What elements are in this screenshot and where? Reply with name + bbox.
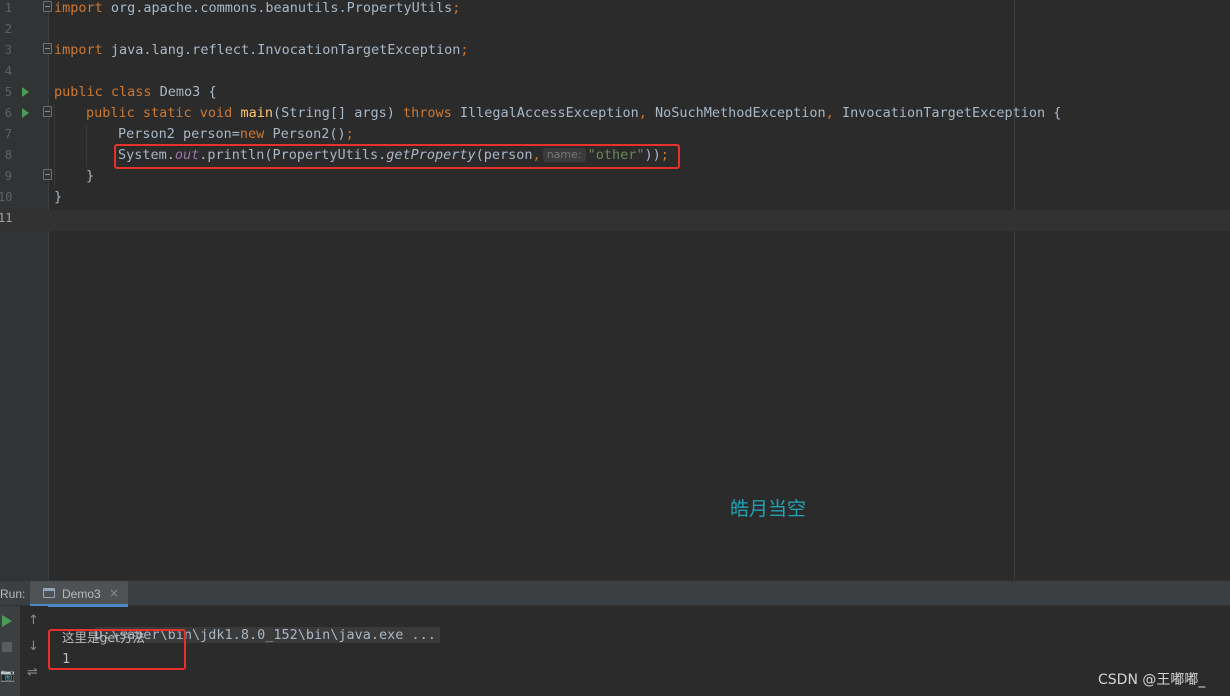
line-number: 4 [4,64,12,78]
run-gutter-icon[interactable] [22,108,29,118]
camera-icon[interactable]: 📷 [0,668,15,682]
code-token: } [86,168,95,184]
code-text[interactable]: public static void main(String[] args) t… [86,105,1061,126]
line-number: 6 [4,106,12,120]
code-token: java.lang.reflect.InvocationTargetExcept… [102,42,461,58]
code-token: , [825,105,842,121]
fold-icon[interactable] [43,169,52,180]
code-token: main [240,105,273,121]
fold-icon[interactable] [43,1,52,12]
code-token: Person2() [272,126,346,142]
code-token: throws [403,105,460,121]
stop-icon[interactable] [2,642,12,652]
line-number: 2 [4,22,12,36]
line-number: 1 [4,1,12,15]
run-tool-header: Run: Demo3 × [0,580,1230,607]
code-line[interactable]: 11 [0,210,1230,231]
code-token: InvocationTargetException { [841,105,1062,121]
highlight-box-output [48,629,186,670]
run-secondary-toolbar: ↑ ↓ ⇌ [20,606,48,696]
code-token: Person2 person= [118,126,240,142]
line-number: 3 [4,43,12,57]
code-token: import [54,42,103,58]
fold-icon[interactable] [43,43,52,54]
code-token: new [239,126,273,142]
run-label: Run: [0,587,26,601]
code-token: ; [452,0,461,16]
code-token: Demo3 { [159,84,217,100]
code-token: } [54,189,63,205]
code-line[interactable]: 6 public static void main(String[] args) … [0,105,1230,126]
watermark-text: 皓月当空 [730,498,807,520]
rerun-icon[interactable] [2,615,12,627]
console-line: D:\saber\bin\jdk1.8.0_152\bin\java.exe .… [62,608,440,643]
credit-watermark: CSDN @王嘟嘟_ [1098,672,1206,688]
tab-label: Demo3 [62,587,101,601]
code-token: public class [54,84,160,100]
code-text[interactable]: import org.apache.commons.beanutils.Prop… [54,0,460,21]
close-icon[interactable]: × [109,586,119,600]
highlight-box-code [114,144,680,169]
code-line[interactable]: 1 import org.apache.commons.beanutils.Pro… [0,0,1230,21]
line-number: 9 [4,169,12,183]
code-token: org.apache.commons.beanutils.PropertyUti… [102,0,453,16]
line-number: 10 [0,190,13,204]
code-token: (String[] args) [272,105,403,121]
code-token: NoSuchMethodException [654,105,826,121]
code-token: public static void [86,105,241,121]
run-toolbar: 📷 [0,606,20,696]
code-line[interactable]: 9} [0,168,1230,189]
code-token: IllegalAccessException [459,105,639,121]
arrow-up-icon[interactable]: ↑ [28,614,39,628]
code-text[interactable]: } [86,168,94,189]
code-line[interactable]: 3 import java.lang.reflect.InvocationTarg… [0,42,1230,63]
code-line[interactable]: 10} [0,189,1230,210]
line-number: 8 [4,148,12,162]
line-number: 7 [4,127,12,141]
run-gutter-icon[interactable] [22,87,29,97]
line-number: 5 [4,85,12,99]
line-number: 11 [0,211,13,225]
code-token: import [54,0,103,16]
fold-icon[interactable] [43,106,52,117]
code-token: ; [460,42,469,58]
run-tool-window[interactable]: Run: Demo3 × 📷 ↑ ↓ ⇌ D:\saber\bin\jdk1.8… [0,580,1230,696]
code-text[interactable]: import java.lang.reflect.InvocationTarge… [54,42,469,63]
code-token: ; [345,126,354,142]
console-icon [43,588,55,598]
code-text[interactable]: public class Demo3 { [54,84,217,105]
code-line[interactable]: 5 public class Demo3 { [0,84,1230,105]
arrow-down-icon[interactable]: ↓ [28,640,39,654]
code-token: , [638,105,655,121]
soft-wrap-icon[interactable]: ⇌ [27,666,38,680]
code-line[interactable]: 2 [0,21,1230,42]
code-editor[interactable]: 1 import org.apache.commons.beanutils.Pro… [0,0,1230,580]
code-line[interactable]: 4 [0,63,1230,84]
code-text[interactable]: } [54,189,62,210]
